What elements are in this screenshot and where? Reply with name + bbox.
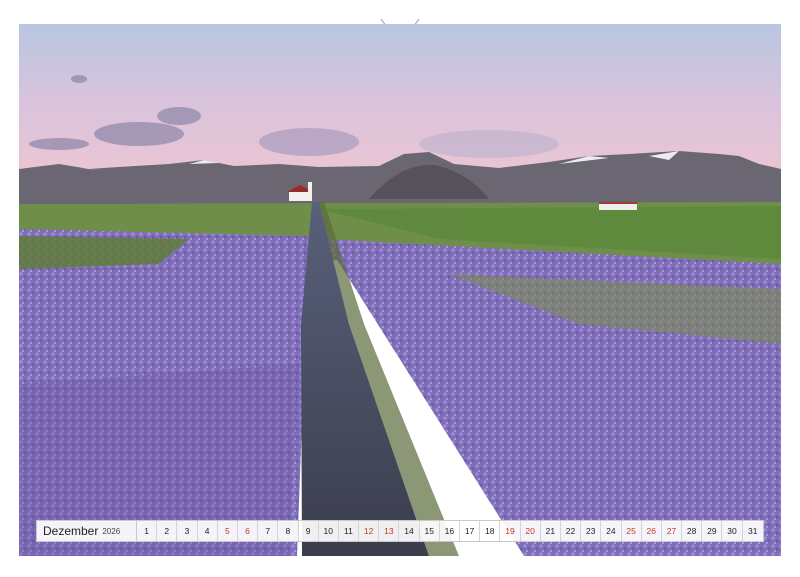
day-cell: 11 (339, 521, 360, 541)
day-cell: 25 (622, 521, 642, 541)
day-cell: 24 (601, 521, 622, 541)
day-cell: 29 (702, 521, 723, 541)
day-cell: 12 (359, 521, 380, 541)
day-cell: 7 (258, 521, 279, 541)
day-cell: 20 (521, 521, 541, 541)
day-cell: 4 (198, 521, 218, 541)
day-cell: 18 (480, 521, 501, 541)
day-cell: 21 (541, 521, 561, 541)
farmhouse (599, 202, 637, 210)
calendar-date-strip: Dezember 2026 1 2 3 4 5 6 7 8 9 10 11 12 13 14 15 16 17 1… (36, 520, 764, 542)
day-cell: 19 (500, 521, 521, 541)
day-cell: 23 (581, 521, 602, 541)
day-cell: 1 (137, 521, 158, 541)
day-cell: 2 (157, 521, 178, 541)
day-cell: 6 (238, 521, 259, 541)
day-cell: 15 (420, 521, 440, 541)
day-cell: 30 (722, 521, 743, 541)
landscape-illustration (19, 24, 781, 556)
day-cell: 28 (682, 521, 703, 541)
day-cell: 22 (561, 521, 582, 541)
day-cell: 13 (379, 521, 400, 541)
day-cell: 3 (177, 521, 198, 541)
month-year: 2026 (102, 526, 121, 536)
day-cell: 10 (319, 521, 339, 541)
day-cell: 9 (299, 521, 319, 541)
day-cell: 26 (642, 521, 662, 541)
day-cell: 17 (460, 521, 481, 541)
day-cell: 8 (278, 521, 299, 541)
month-name: Dezember (43, 524, 99, 538)
day-cell: 16 (440, 521, 460, 541)
day-cell: 27 (662, 521, 683, 541)
month-label: Dezember 2026 (37, 521, 137, 541)
day-cell: 5 (218, 521, 238, 541)
day-cell: 31 (747, 526, 758, 536)
day-cells: 1 2 3 4 5 6 7 8 9 10 11 12 13 14 15 16 17 18 19 20 21 22 23 24 2… (137, 521, 763, 541)
day-cell: 14 (399, 521, 420, 541)
calendar-photo (19, 24, 781, 556)
